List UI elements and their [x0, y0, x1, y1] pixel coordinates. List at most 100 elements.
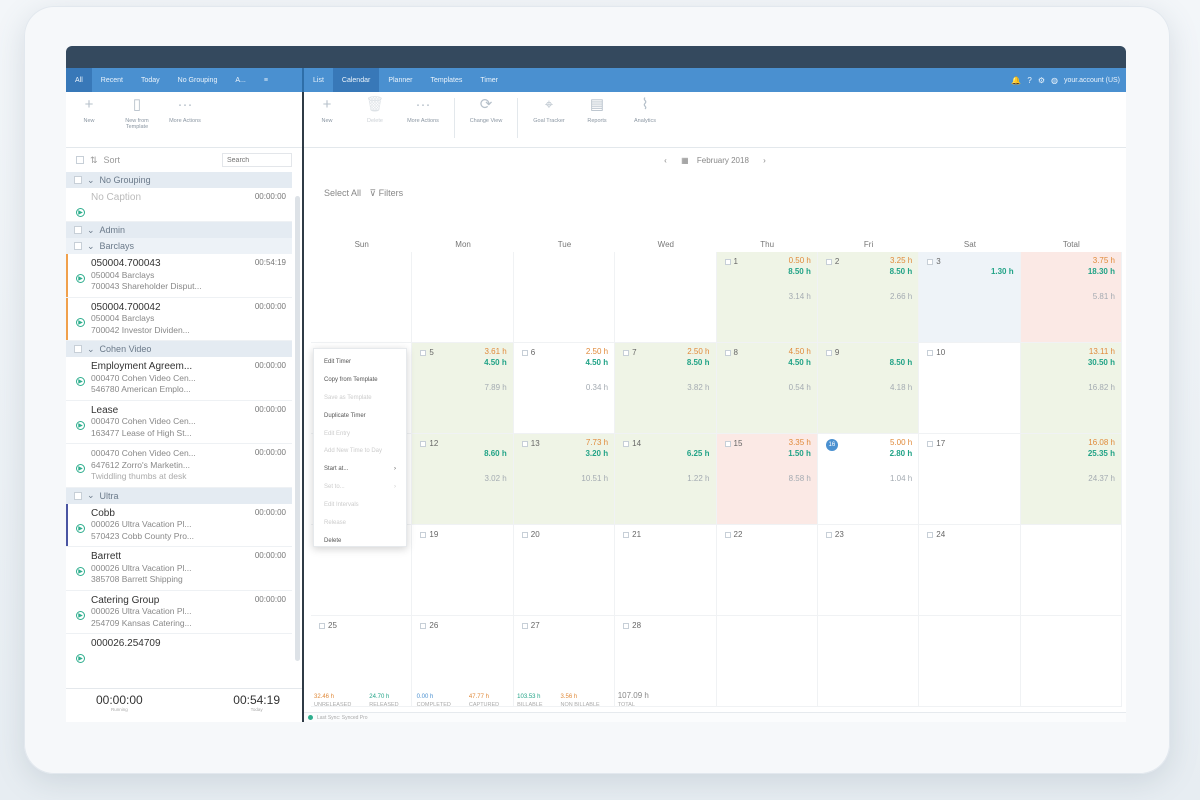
calendar-day[interactable]: 19 — [412, 525, 514, 616]
calendar-day[interactable] — [817, 616, 920, 707]
select-all-link[interactable]: Select All — [324, 188, 361, 198]
chevron-down-icon[interactable]: ⌄ — [87, 490, 95, 501]
group-header[interactable]: ⌄ Cohen Video — [66, 341, 292, 357]
chevron-down-icon[interactable]: ⌄ — [87, 175, 95, 186]
timer-item[interactable]: ▶ Cobb 000026 Ultra Vacation Pl... 570423 C… — [66, 503, 292, 547]
play-icon[interactable]: ▶ — [76, 464, 85, 473]
more-actions-button[interactable]: ··· More Actions — [406, 96, 440, 124]
timer-list-scrollbar[interactable] — [295, 196, 300, 661]
calendar-day[interactable]: 1 0.50 h 8.50 h 3.14 h — [716, 252, 818, 343]
day-checkbox[interactable] — [521, 440, 528, 447]
day-checkbox[interactable] — [521, 531, 528, 538]
calendar-day[interactable]: 15 3.35 h 1.50 h 8.58 h — [716, 434, 818, 525]
next-month-button[interactable]: › — [763, 156, 766, 165]
play-icon[interactable]: ▶ — [76, 654, 85, 663]
day-checkbox[interactable] — [825, 258, 832, 265]
left-tab-no-grouping[interactable]: No Grouping — [169, 68, 227, 92]
tab-timer[interactable]: Timer — [471, 68, 507, 92]
menu-item-duplicate-timer[interactable]: Duplicate Timer — [314, 407, 406, 425]
menu-item-delete[interactable]: Delete — [314, 532, 406, 550]
calendar-day[interactable]: 22 — [716, 525, 818, 616]
calendar-day[interactable]: 17 — [919, 434, 1021, 525]
calendar-day[interactable]: 13 7.73 h 3.20 h 10.51 h — [513, 434, 616, 525]
calendar-day[interactable]: 14 6.25 h 1.22 h — [615, 434, 717, 525]
day-checkbox[interactable] — [521, 349, 528, 356]
group-checkbox[interactable] — [74, 345, 82, 353]
chevron-down-icon[interactable]: ⌄ — [87, 344, 95, 355]
calendar-day[interactable]: 12 8.60 h 3.02 h — [412, 434, 514, 525]
play-icon[interactable]: ▶ — [76, 420, 85, 430]
calendar-day[interactable]: 10 — [919, 343, 1021, 434]
left-tab-recent[interactable]: Recent — [92, 68, 132, 92]
group-checkbox[interactable] — [74, 242, 82, 250]
timer-item[interactable]: ▶ 000470 Cohen Video Cen... 647612 Zorro's… — [66, 444, 292, 488]
timer-item[interactable]: ▶ 000026.254709 — [66, 634, 292, 665]
filter-icon[interactable]: ⊽ — [370, 188, 377, 198]
calendar-day[interactable]: 8 4.50 h 4.50 h 0.54 h — [716, 343, 818, 434]
calendar-day[interactable]: 9 8.50 h 4.18 h — [817, 343, 920, 434]
calendar-day[interactable] — [919, 616, 1021, 707]
new-button[interactable]: + New — [310, 96, 344, 124]
group-checkbox[interactable] — [74, 226, 82, 234]
menu-item-start-at[interactable]: Start at... › — [314, 460, 406, 478]
group-header[interactable]: ⌄ Barclays — [66, 238, 292, 254]
select-all-checkbox[interactable] — [76, 156, 84, 164]
tab-calendar[interactable]: Calendar — [332, 68, 380, 92]
timer-item[interactable]: ▶ No Caption 00:00:00 — [66, 188, 292, 222]
more-actions-button[interactable]: ··· More Actions — [168, 96, 202, 124]
play-icon[interactable]: ▶ — [76, 274, 85, 283]
calendar-day[interactable]: 23 — [817, 525, 920, 616]
day-checkbox[interactable] — [724, 258, 731, 265]
calendar-day[interactable]: 7 2.50 h 8.50 h 3.82 h — [615, 343, 717, 434]
play-icon[interactable]: ▶ — [76, 567, 85, 576]
bell-icon[interactable]: 🔔 — [1011, 76, 1021, 85]
group-header[interactable]: ⌄ Ultra — [66, 487, 292, 504]
left-tab-today[interactable]: Today — [132, 68, 169, 92]
day-checkbox[interactable] — [319, 622, 325, 629]
globe-icon[interactable]: ◍ — [1051, 76, 1058, 85]
play-icon[interactable]: ▶ — [76, 610, 85, 620]
group-checkbox[interactable] — [74, 491, 82, 500]
calendar-day[interactable] — [716, 616, 818, 707]
play-icon[interactable]: ▶ — [76, 317, 85, 327]
day-checkbox[interactable] — [825, 349, 832, 356]
timer-item[interactable]: ▶ 050004.700043 050004 Barclays 700043 Shar… — [66, 254, 292, 298]
timer-item[interactable]: ▶ Lease 000470 Cohen Video Cen... 163477 Le… — [66, 401, 292, 444]
day-checkbox[interactable] — [623, 440, 630, 447]
menu-item-copy-from-template[interactable]: Copy from Template — [314, 371, 406, 389]
calendar-day[interactable]: 2 3.25 h 8.50 h 2.66 h — [817, 252, 920, 343]
group-header[interactable]: ⌄ No Grouping — [66, 172, 292, 188]
group-header[interactable]: ⌄ Admin — [66, 222, 292, 238]
sort-label[interactable]: Sort — [104, 155, 121, 165]
timer-item[interactable]: ▶ Catering Group 000026 Ultra Vacation Pl.… — [66, 591, 292, 634]
timer-item[interactable]: ▶ Employment Agreem... 000470 Cohen Video … — [66, 357, 292, 401]
day-checkbox[interactable] — [724, 349, 731, 356]
tab-templates[interactable]: Templates — [421, 68, 471, 92]
timer-item[interactable]: ▶ 050004.700042 050004 Barclays 700042 Inve… — [66, 297, 292, 341]
tab-list[interactable]: List — [304, 68, 333, 92]
menu-item-edit-timer[interactable]: Edit Timer — [314, 353, 406, 371]
tab-planner[interactable]: Planner — [379, 68, 421, 92]
day-checkbox[interactable] — [724, 531, 731, 538]
day-checkbox[interactable] — [927, 440, 934, 447]
day-checkbox[interactable] — [623, 349, 630, 356]
calendar-day[interactable]: 16 5.00 h 2.80 h 1.04 h — [817, 434, 920, 525]
new-from-template-button[interactable]: ▯ New from Template — [120, 96, 154, 130]
prev-month-button[interactable]: ‹ — [664, 156, 667, 165]
settings-icon[interactable]: ⚙ — [1038, 76, 1045, 85]
day-checkbox[interactable] — [927, 531, 934, 538]
search-input[interactable] — [222, 153, 292, 167]
change-view-button[interactable]: ⟳ Change View — [469, 96, 503, 124]
calendar-day[interactable]: 20 — [513, 525, 616, 616]
help-icon[interactable]: ? — [1027, 76, 1031, 85]
calendar-day[interactable]: 21 — [615, 525, 717, 616]
calendar-day[interactable] — [311, 252, 413, 343]
play-icon[interactable]: ▶ — [76, 377, 85, 386]
left-tab-all[interactable]: All — [66, 68, 92, 92]
day-checkbox[interactable] — [623, 622, 630, 629]
day-checkbox[interactable] — [623, 531, 630, 538]
new-button[interactable]: + New — [72, 96, 106, 124]
play-icon[interactable]: ▶ — [76, 208, 85, 217]
day-checkbox[interactable] — [927, 258, 934, 265]
day-checkbox[interactable] — [420, 531, 427, 538]
